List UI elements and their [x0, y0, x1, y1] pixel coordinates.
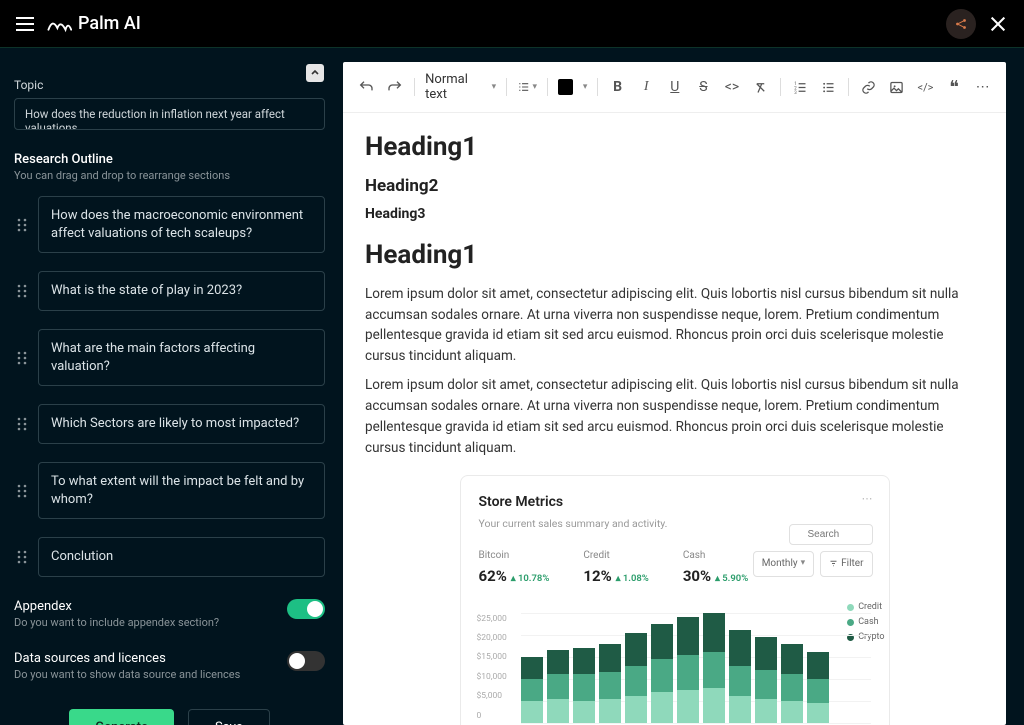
appendix-toggle[interactable] [287, 599, 325, 619]
drag-handle-icon[interactable] [14, 196, 30, 253]
stat-label: Credit [583, 548, 648, 564]
stat-label: Cash [683, 548, 748, 564]
palm-logo-icon [46, 15, 72, 33]
app-name: Palm AI [78, 13, 141, 34]
close-button[interactable] [988, 14, 1008, 34]
share-button[interactable] [946, 9, 976, 39]
stat-label: Bitcoin [479, 548, 550, 564]
generate-button[interactable]: Generate [69, 709, 174, 725]
outline-section-input[interactable]: Which Sectors are likely to most impacte… [38, 404, 325, 444]
drag-handle-icon[interactable] [14, 329, 30, 386]
strike-button[interactable]: S [694, 77, 713, 97]
outline-section-input[interactable]: What is the state of play in 2023? [38, 271, 325, 311]
sources-toggle[interactable] [287, 651, 325, 671]
editor-toolbar: Normal text▾ ▾ ▾ B I U S <> 123 </> ❝ [343, 62, 1006, 113]
heading-1[interactable]: Heading1 [365, 127, 984, 167]
drag-handle-icon[interactable] [14, 404, 30, 444]
menu-button[interactable] [16, 17, 34, 31]
bullet-list-button[interactable] [819, 77, 838, 97]
outline-section-input[interactable]: Conclution [38, 537, 325, 577]
share-icon [954, 17, 968, 31]
list-button[interactable]: ▾ [517, 77, 537, 97]
chart-filter-button[interactable]: Filter [820, 551, 872, 577]
underline-button[interactable]: U [666, 77, 685, 97]
heading-2[interactable]: Heading2 [365, 173, 984, 199]
bar-column: Jan [521, 657, 543, 723]
chart-title: Store Metrics [479, 492, 871, 514]
stat-value: 62%▴ 10.78% [479, 565, 550, 588]
bold-button[interactable]: B [608, 77, 627, 97]
chart-period-select[interactable]: Monthly▾ [753, 551, 814, 577]
bar-column: Sep [729, 630, 751, 722]
italic-button[interactable]: I [637, 77, 656, 97]
appendix-label: Appendex [14, 599, 219, 614]
chart-search-input[interactable] [789, 524, 873, 545]
ordered-list-button[interactable]: 123 [791, 77, 810, 97]
quote-button[interactable]: ❝ [945, 77, 964, 97]
bar-column: Dec [807, 652, 829, 722]
paragraph[interactable]: Lorem ipsum dolor sit amet, consectetur … [365, 284, 984, 368]
drag-handle-icon[interactable] [14, 271, 30, 311]
outline-section-input[interactable]: To what extent will the impact be felt a… [38, 462, 325, 519]
drag-handle-icon[interactable] [14, 537, 30, 577]
outline-hint: You can drag and drop to rearrange secti… [14, 169, 325, 182]
link-button[interactable] [859, 77, 878, 97]
bar-column: Nov [781, 644, 803, 723]
bar-column: Apr [599, 644, 621, 723]
bar-column: Feb [547, 650, 569, 723]
topic-input[interactable] [14, 98, 325, 130]
bar-column: Oct [755, 637, 777, 723]
outline-section-input[interactable]: How does the macroeconomic environment a… [38, 196, 325, 253]
bar-column: Aug [703, 613, 725, 723]
drag-handle-icon[interactable] [14, 462, 30, 519]
text-format-select[interactable]: Normal text▾ [425, 72, 496, 102]
sources-desc: Do you want to show data source and lice… [14, 668, 240, 681]
outline-title: Research Outline [14, 152, 325, 167]
redo-button[interactable] [386, 77, 405, 97]
sources-label: Data sources and licences [14, 651, 240, 666]
image-button[interactable] [888, 77, 907, 97]
sidebar-collapse-up[interactable] [306, 64, 324, 82]
paragraph[interactable]: Lorem ipsum dolor sit amet, consectetur … [365, 375, 984, 459]
bar-column: Jul [677, 617, 699, 723]
heading-1[interactable]: Heading1 [365, 235, 984, 275]
more-button[interactable]: ⋯ [973, 77, 992, 97]
chart-more-button[interactable]: ⋯ [862, 490, 875, 507]
code-button[interactable]: <> [723, 77, 742, 97]
outline-section-input[interactable]: What are the main factors affecting valu… [38, 329, 325, 386]
heading-3[interactable]: Heading3 [365, 204, 984, 226]
stat-value: 12%▴ 1.08% [583, 565, 648, 588]
clear-format-button[interactable] [751, 77, 770, 97]
svg-text:3: 3 [794, 90, 797, 94]
text-color-button[interactable] [558, 79, 573, 95]
undo-button[interactable] [357, 77, 376, 97]
bar-column: Jun [651, 624, 673, 723]
bar-column: May [625, 633, 647, 723]
app-logo: Palm AI [46, 13, 141, 34]
stat-value: 30%▴ 5.90% [683, 565, 748, 588]
bar-column: Mar [573, 648, 595, 723]
appendix-desc: Do you want to include appendex section? [14, 616, 219, 629]
topic-label: Topic [14, 78, 325, 92]
chart-card: ⋯ Store Metrics Your current sales summa… [460, 475, 890, 725]
save-button[interactable]: Save [188, 709, 270, 725]
codeblock-button[interactable]: </> [916, 77, 935, 97]
